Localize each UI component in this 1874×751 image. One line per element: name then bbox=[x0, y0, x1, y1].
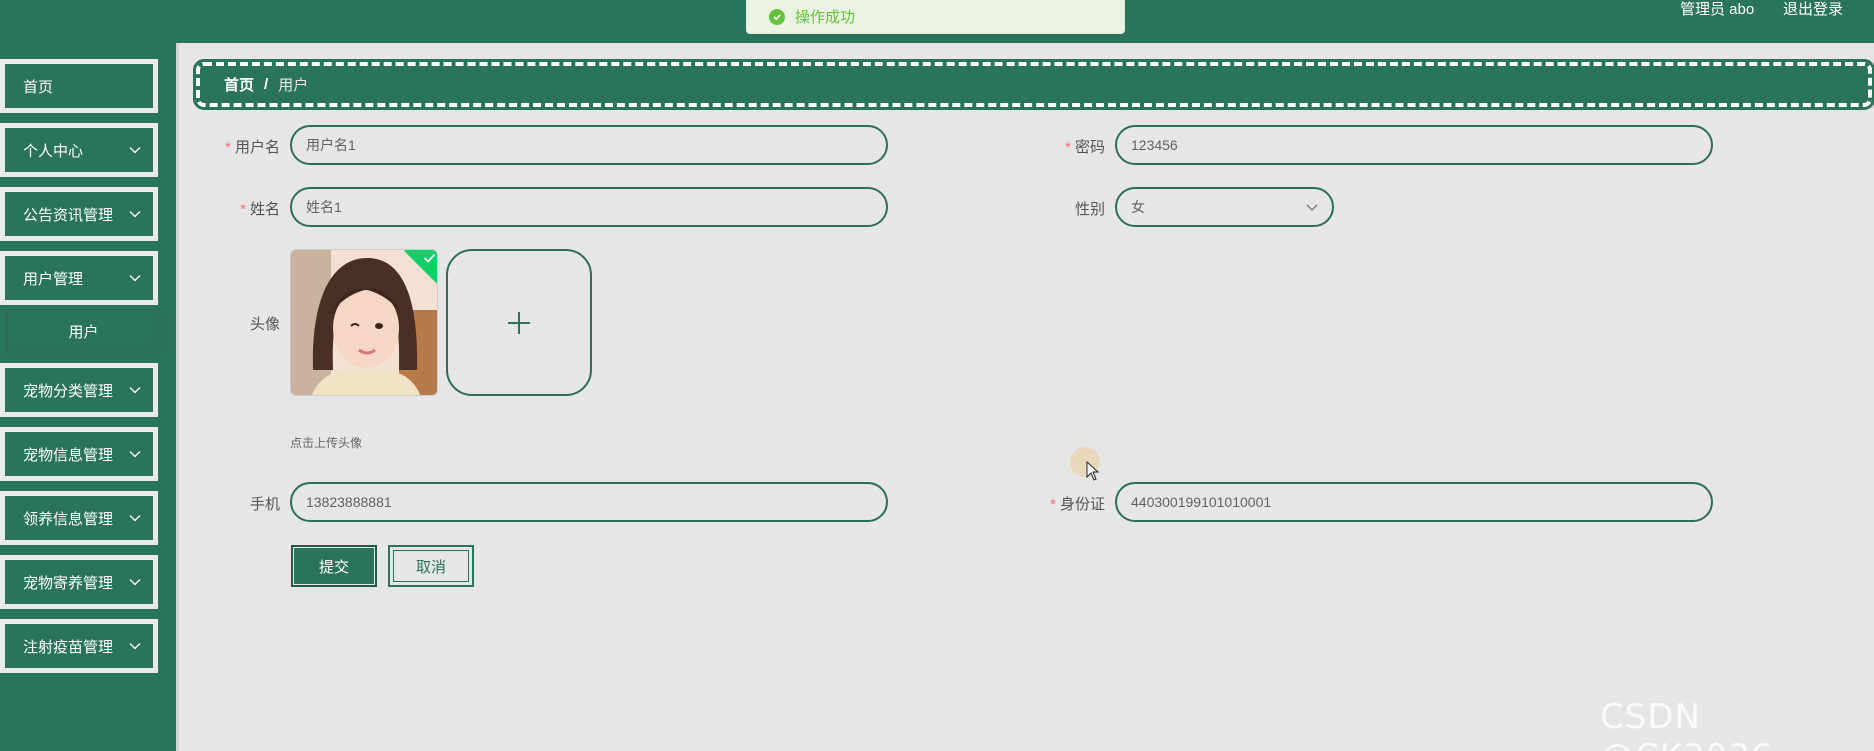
name-label: * 姓名 bbox=[240, 201, 280, 218]
breadcrumb: 首页 / 用户 bbox=[193, 59, 1874, 110]
sidebar-item-pet-boarding[interactable]: 宠物寄养管理 bbox=[0, 555, 158, 609]
chevron-down-icon bbox=[129, 574, 141, 591]
avatar-upload-hint: 点击上传头像 bbox=[290, 436, 363, 450]
username-label: * 用户名 bbox=[225, 139, 280, 156]
sidebar: 首页 个人中心 公告资讯管理 用户管理 用户 宠物分类管理 宠物信息管理 领养信… bbox=[0, 43, 176, 751]
required-mark: * bbox=[225, 139, 231, 156]
logout-link[interactable]: 退出登录 bbox=[1783, 0, 1843, 19]
sidebar-item-label: 首页 bbox=[23, 78, 54, 96]
avatar-label: 头像 bbox=[249, 316, 280, 333]
required-mark: * bbox=[1050, 496, 1056, 513]
mouse-cursor-icon bbox=[1086, 460, 1100, 486]
password-label: * 密码 bbox=[1065, 139, 1105, 156]
avatar-image bbox=[291, 250, 437, 395]
chevron-down-icon bbox=[129, 206, 141, 223]
idcard-input[interactable]: 440300199101010001 bbox=[1115, 482, 1713, 522]
name-input[interactable]: 姓名1 bbox=[290, 187, 888, 227]
success-toast: 操作成功 bbox=[746, 0, 1125, 34]
phone-input[interactable]: 13823888881 bbox=[290, 482, 888, 522]
sidebar-subitem-label: 用户 bbox=[68, 323, 99, 341]
breadcrumb-current: 用户 bbox=[278, 77, 309, 94]
gender-select[interactable]: 女 bbox=[1115, 187, 1334, 227]
sidebar-item-label: 注射疫苗管理 bbox=[23, 638, 114, 656]
sidebar-item-label: 用户管理 bbox=[23, 270, 84, 288]
sidebar-item-pet-category[interactable]: 宠物分类管理 bbox=[0, 363, 158, 417]
phone-label: 手机 bbox=[249, 496, 280, 513]
toast-message: 操作成功 bbox=[795, 9, 856, 26]
sidebar-item-label: 宠物信息管理 bbox=[23, 446, 114, 464]
check-icon bbox=[423, 253, 436, 263]
sidebar-item-pet-info[interactable]: 宠物信息管理 bbox=[0, 427, 158, 481]
gender-label: 性别 bbox=[1074, 201, 1105, 218]
plus-icon bbox=[508, 311, 530, 334]
watermark: CSDN @CK3036 bbox=[1600, 697, 1773, 751]
chevron-down-icon bbox=[129, 270, 141, 287]
chevron-down-icon bbox=[129, 142, 141, 159]
sidebar-item-label: 公告资讯管理 bbox=[23, 206, 114, 224]
sidebar-item-label: 领养信息管理 bbox=[23, 510, 114, 528]
username-input[interactable]: 用户名1 bbox=[290, 125, 888, 165]
avatar-preview[interactable] bbox=[290, 249, 438, 396]
sidebar-item-label: 个人中心 bbox=[23, 142, 84, 160]
breadcrumb-home[interactable]: 首页 bbox=[224, 74, 254, 95]
idcard-label: * 身份证 bbox=[1050, 496, 1105, 513]
admin-user-label: 管理员 abo bbox=[1680, 1, 1755, 18]
gender-select-value: 女 bbox=[1131, 199, 1145, 215]
chevron-down-icon bbox=[129, 510, 141, 527]
sidebar-item-label: 宠物寄养管理 bbox=[23, 574, 114, 592]
sidebar-item-adoption[interactable]: 领养信息管理 bbox=[0, 491, 158, 545]
cancel-button[interactable]: 取消 bbox=[388, 545, 474, 587]
chevron-down-icon bbox=[129, 638, 141, 655]
chevron-down-icon bbox=[129, 446, 141, 463]
avatar-upload-button[interactable] bbox=[446, 249, 592, 396]
sidebar-item-home[interactable]: 首页 bbox=[0, 59, 158, 113]
submit-button[interactable]: 提交 bbox=[291, 545, 377, 587]
required-mark: * bbox=[1065, 139, 1071, 156]
sidebar-item-label: 宠物分类管理 bbox=[23, 382, 114, 400]
breadcrumb-separator: / bbox=[264, 76, 269, 93]
sidebar-item-vaccination[interactable]: 注射疫苗管理 bbox=[0, 619, 158, 673]
chevron-down-icon bbox=[1306, 199, 1318, 215]
required-mark: * bbox=[240, 201, 246, 218]
chevron-down-icon bbox=[129, 382, 141, 399]
sidebar-item-announcements[interactable]: 公告资讯管理 bbox=[0, 187, 158, 241]
sidebar-subitem-user[interactable]: 用户 bbox=[6, 309, 161, 353]
sidebar-item-user-management[interactable]: 用户管理 bbox=[0, 251, 158, 305]
sidebar-item-personal-center[interactable]: 个人中心 bbox=[0, 123, 158, 177]
success-check-icon bbox=[769, 8, 785, 25]
password-input[interactable]: 123456 bbox=[1115, 125, 1713, 165]
